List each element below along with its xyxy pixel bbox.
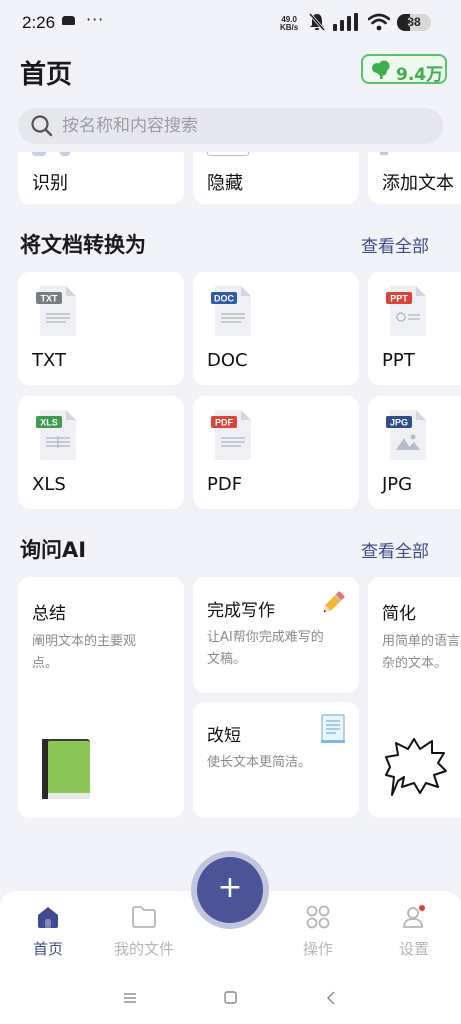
- ai-card-simplify[interactable]: 简化 用简单的语言来解释复 杂的文本。: [368, 577, 461, 818]
- points-badge[interactable]: 9.4万: [361, 54, 447, 85]
- ai-section-title: 询问AI: [20, 538, 87, 562]
- ai-card-title: 总结: [32, 604, 66, 624]
- system-menu-button: [124, 993, 136, 1003]
- convert-card-doc[interactable]: DOC DOC: [193, 272, 359, 385]
- actions-grid-icon: [306, 905, 330, 929]
- home-icon: [38, 907, 58, 928]
- signal-icon: [333, 13, 358, 31]
- recognize-icon: [32, 152, 46, 156]
- book-icon: [42, 739, 90, 799]
- svg-text:PDF: PDF: [215, 418, 234, 428]
- search-icon: [31, 115, 53, 137]
- network-speed: 49.0 KB/s: [280, 16, 298, 32]
- folder-icon: [132, 906, 156, 928]
- convert-format-label: XLS: [32, 474, 66, 495]
- ai-card-desc-line: 用简单的语言来解释复: [382, 634, 461, 649]
- ai-card-desc-line: 让AI帮你完成难写的: [207, 630, 324, 645]
- ai-card-write[interactable]: 完成写作 让AI帮你完成难写的 文稿。: [193, 577, 359, 693]
- ai-card-desc-line: 阐明文本的主要观: [32, 634, 137, 649]
- tool-label: 识别: [32, 173, 68, 194]
- system-nav-bar: [124, 991, 335, 1005]
- nav-item-actions[interactable]: 操作: [272, 904, 364, 959]
- ai-card-desc: 用简单的语言来解释复 杂的文本。: [382, 631, 461, 675]
- nav-label: 设置: [398, 940, 429, 958]
- battery-level: 38: [407, 15, 421, 29]
- convert-format-label: JPG: [382, 474, 413, 495]
- convert-view-all-link[interactable]: 查看全部: [361, 232, 429, 257]
- system-home-button: [224, 991, 237, 1004]
- add-text-icon: [380, 152, 388, 155]
- speech-burst-icon: [385, 738, 447, 796]
- svg-text:TXT: TXT: [41, 294, 59, 304]
- nav-label: 我的文件: [113, 940, 174, 958]
- svg-text:DOC: DOC: [214, 294, 235, 304]
- points-value: 9.4万: [396, 65, 444, 85]
- ai-card-title: 完成写作: [207, 601, 275, 621]
- recognize-icon-part: [60, 152, 70, 156]
- convert-format-label: TXT: [32, 350, 67, 371]
- add-fab-button[interactable]: +: [197, 857, 263, 923]
- svg-text:JPG: JPG: [390, 418, 408, 428]
- nav-item-home[interactable]: 首页: [2, 904, 94, 959]
- ai-card-title: 改短: [207, 726, 241, 746]
- tool-card-hide[interactable]: 隐藏: [193, 152, 359, 204]
- tool-card-add-text[interactable]: 添加文本: [368, 152, 461, 204]
- ai-card-shorten[interactable]: 改短 使长文本更简洁。: [193, 702, 359, 818]
- convert-format-label: DOC: [207, 350, 248, 371]
- ppt-file-icon: PPT: [386, 286, 426, 336]
- xls-file-icon: XLS: [36, 410, 76, 460]
- convert-card-xls[interactable]: XLS XLS: [18, 396, 184, 509]
- network-speed-unit: KB/s: [280, 23, 299, 32]
- system-back-button: [327, 991, 335, 1005]
- convert-card-ppt[interactable]: PPT PPT: [368, 272, 461, 385]
- search-bar[interactable]: [18, 108, 443, 144]
- nav-label: 操作: [302, 940, 333, 958]
- status-bar: 2:26 ··· 49.0 KB/s 38: [0, 0, 461, 44]
- hide-icon: [207, 152, 249, 156]
- ai-card-summary[interactable]: 总结 阐明文本的主要观 点。: [18, 577, 184, 818]
- tool-label: 隐藏: [207, 173, 243, 194]
- ai-card-desc-line: 使长文本更简洁。: [207, 755, 312, 770]
- wifi-icon: [368, 13, 390, 31]
- ai-card-desc: 让AI帮你完成难写的 文稿。: [207, 627, 324, 671]
- convert-section-title: 将文档转换为: [20, 233, 146, 257]
- battery-icon: 38: [397, 14, 431, 31]
- ai-card-title: 简化: [382, 604, 416, 624]
- convert-card-pdf[interactable]: PDF PDF: [193, 396, 359, 509]
- call-status-icon: [62, 16, 75, 25]
- tool-card-recognize[interactable]: 识别: [18, 152, 184, 204]
- tree-icon: [372, 60, 390, 79]
- ai-card-desc-line: 文稿。: [207, 652, 247, 667]
- svg-text:XLS: XLS: [40, 418, 58, 428]
- ai-view-all-link[interactable]: 查看全部: [361, 537, 429, 562]
- convert-format-label: PPT: [382, 350, 415, 371]
- ai-card-desc-line: 杂的文本。: [382, 656, 448, 671]
- convert-card-jpg[interactable]: JPG JPG: [368, 396, 461, 509]
- user-settings-icon: [403, 905, 425, 928]
- mute-icon: [308, 13, 326, 31]
- txt-file-icon: TXT: [36, 286, 76, 336]
- pencil-icon: [323, 591, 345, 613]
- convert-card-txt[interactable]: TXT TXT: [18, 272, 184, 385]
- ai-card-desc: 使长文本更简洁。: [207, 752, 311, 774]
- doc-file-icon: DOC: [211, 286, 251, 336]
- short-document-icon: [321, 714, 345, 743]
- pdf-file-icon: PDF: [211, 410, 251, 460]
- more-notifications-icon: ···: [86, 10, 105, 29]
- jpg-file-icon: JPG: [386, 410, 426, 460]
- svg-text:PPT: PPT: [390, 294, 408, 304]
- plus-icon: +: [217, 870, 243, 905]
- ai-card-desc-line: 点。: [32, 656, 59, 671]
- search-input[interactable]: [62, 114, 422, 138]
- nav-label: 首页: [32, 940, 63, 958]
- ai-card-desc: 阐明文本的主要观 点。: [32, 631, 136, 675]
- tool-label: 添加文本: [382, 173, 454, 194]
- nav-item-settings[interactable]: 设置: [368, 904, 460, 959]
- page-title: 首页: [20, 60, 73, 90]
- convert-format-label: PDF: [207, 474, 243, 495]
- nav-item-files[interactable]: 我的文件: [98, 904, 190, 959]
- status-time: 2:26: [22, 13, 56, 32]
